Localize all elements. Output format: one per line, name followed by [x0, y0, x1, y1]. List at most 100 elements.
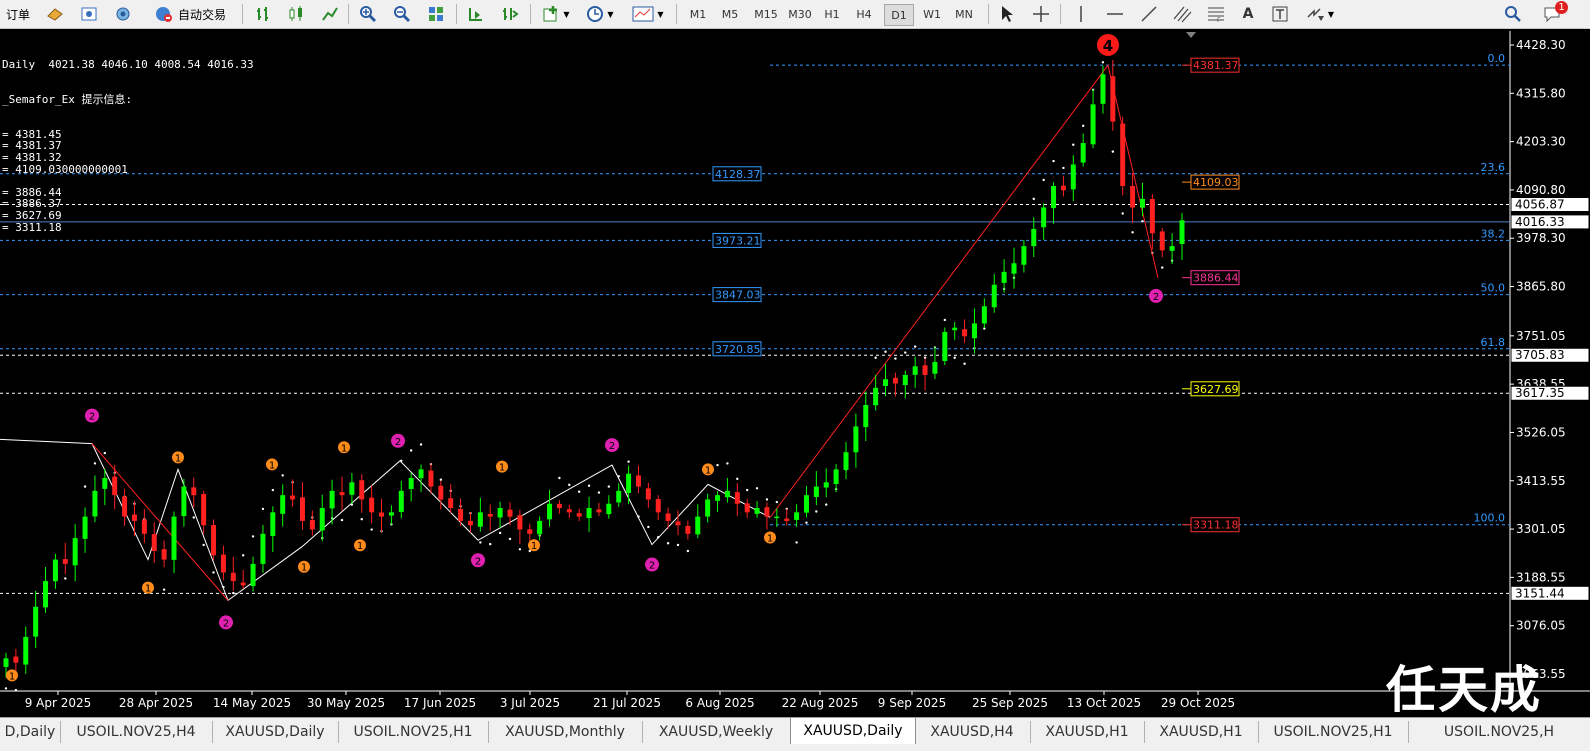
svg-text:2: 2	[475, 556, 481, 567]
dropdown-arrow-icon: ▼	[563, 9, 570, 19]
timeframe-m1[interactable]: M1	[684, 4, 712, 24]
vertical-line-icon[interactable]	[1070, 3, 1092, 25]
semafor-marker: 2	[219, 615, 233, 630]
sar-dot	[597, 491, 601, 494]
template-icon	[632, 6, 654, 22]
sar-dot	[1072, 143, 1075, 146]
notifications-button[interactable]: 1	[1536, 1, 1570, 25]
candle	[1120, 116, 1126, 196]
chart-shift-icon[interactable]	[498, 3, 522, 25]
zoom-out-icon[interactable]	[390, 3, 414, 25]
chart-tab[interactable]: USOIL.NOV25,H4	[60, 721, 213, 743]
time-tick-label: 29 Oct 2025	[1161, 696, 1235, 710]
price-tag-label: 4056.87	[1515, 198, 1565, 212]
sar-dot	[913, 345, 917, 348]
chart-tab[interactable]: XAUUSD,H4	[914, 721, 1031, 743]
sar-dot	[360, 518, 363, 521]
arrows-button[interactable]: ▼	[1300, 3, 1340, 25]
sar-dot	[508, 537, 512, 541]
price-tag-label: 3705.83	[1515, 348, 1565, 362]
bar-chart-icon[interactable]	[252, 3, 276, 25]
navigator-icon[interactable]	[76, 3, 102, 25]
sar-dot	[1141, 219, 1144, 223]
sar-dot	[1032, 197, 1035, 201]
chart-tab[interactable]: XAUUSD,H1	[1144, 721, 1259, 743]
fib-price-label: 3847.03	[715, 289, 761, 302]
chart-tab[interactable]: XAUUSD,Daily	[790, 718, 916, 744]
new-order-label: 订单	[5, 7, 30, 22]
info-panel: Daily 4021.38 4046.10 4008.54 4016.33 _S…	[2, 36, 254, 245]
chart-tab[interactable]: XAUUSD,Daily	[212, 721, 339, 743]
semafor-price-label: 4109.03	[1193, 176, 1239, 189]
new-order-button[interactable]: 订单	[0, 3, 36, 25]
timeframe-h4[interactable]: H4	[850, 4, 878, 24]
periods-button[interactable]: ▼	[582, 3, 618, 25]
sar-dot	[1121, 212, 1124, 215]
signals-icon[interactable]	[110, 3, 136, 25]
chart-tab[interactable]: USOIL.NOV25,H1	[338, 721, 489, 743]
metaeditor-icon[interactable]	[42, 3, 68, 25]
indicator-value-line: = 3627.69	[2, 208, 62, 222]
sar-dot	[736, 477, 739, 481]
sar-dot	[726, 462, 729, 465]
sar-dot	[162, 588, 166, 591]
fibonacci-icon[interactable]: F	[1204, 3, 1228, 25]
chart-tab[interactable]: XAUUSD,Monthly	[488, 721, 643, 743]
zoom-in-icon[interactable]	[356, 3, 380, 25]
text-tool-icon[interactable]: A	[1236, 3, 1260, 25]
trendline-icon[interactable]	[1138, 3, 1160, 25]
toolbar-divider	[456, 4, 457, 24]
timeframe-m15[interactable]: M15	[750, 4, 782, 24]
candle	[942, 327, 948, 366]
templates-button[interactable]: ▼	[628, 3, 668, 25]
chart-tab[interactable]: XAUUSD,Weekly	[642, 721, 791, 743]
svg-text:2: 2	[609, 441, 615, 452]
indicators-button[interactable]: ▼	[538, 3, 574, 25]
toolbar-divider	[1060, 4, 1061, 24]
clock-icon	[587, 6, 604, 22]
chart-tab[interactable]: D,Daily	[0, 721, 61, 743]
chart-tabs: D,Daily USOIL.NOV25,H4 XAUUSD,Daily USOIL.N…	[0, 717, 1590, 751]
equidistant-channel-icon[interactable]	[1170, 3, 1194, 25]
sar-dot	[558, 476, 561, 480]
chart-tab[interactable]: USOIL.NOV25,H1	[1258, 721, 1409, 743]
search-icon[interactable]	[1500, 3, 1526, 25]
ohlc-header: Daily 4021.38 4046.10 4008.54 4016.33	[2, 58, 254, 72]
timeframe-h1[interactable]: H1	[818, 4, 846, 24]
svg-text:4: 4	[1103, 37, 1113, 55]
dropdown-arrow-icon: ▼	[607, 9, 614, 19]
sar-dot	[498, 531, 502, 535]
timeframe-mn[interactable]: MN	[950, 4, 978, 24]
timeframe-w1[interactable]: W1	[918, 4, 946, 24]
fib-price-label: 4128.37	[715, 168, 761, 181]
tile-windows-icon[interactable]	[424, 3, 448, 25]
time-tick-label: 9 Sep 2025	[878, 696, 946, 710]
autotrade-button[interactable]: 自动交易	[144, 3, 236, 25]
sar-dot	[825, 503, 828, 506]
timeframe-m30[interactable]: M30	[784, 4, 816, 24]
autoscroll-icon[interactable]	[464, 3, 488, 25]
semafor-marker: 2	[1149, 288, 1163, 303]
cursor-icon[interactable]	[996, 3, 1018, 25]
horizontal-line-icon[interactable]	[1104, 3, 1126, 25]
semafor-price-label: 3627.69	[1193, 383, 1239, 396]
price-tick-label: 3301.05	[1516, 522, 1566, 536]
price-tick-label: 3188.55	[1516, 570, 1566, 584]
text-label-icon[interactable]	[1268, 3, 1292, 25]
price-tick-label: 4428.30	[1516, 38, 1566, 52]
time-tick-label: 22 Aug 2025	[782, 696, 859, 710]
chart-tab[interactable]: USOIL.NOV25,H	[1408, 721, 1590, 743]
time-tick-label: 13 Oct 2025	[1067, 696, 1141, 710]
crosshair-icon[interactable]	[1030, 3, 1052, 25]
sar-dot	[745, 488, 749, 492]
line-chart-icon[interactable]	[318, 3, 342, 25]
chart-tab[interactable]: XAUUSD,H1	[1030, 721, 1145, 743]
svg-text:1: 1	[341, 443, 347, 454]
candlestick-icon[interactable]	[284, 3, 308, 25]
sar-dot	[963, 362, 966, 365]
price-tag-label: 4016.33	[1515, 215, 1565, 229]
notification-badge: 1	[1555, 1, 1568, 14]
sar-dot	[1081, 124, 1085, 128]
timeframe-m5[interactable]: M5	[716, 4, 744, 24]
timeframe-d1[interactable]: D1	[884, 4, 914, 26]
